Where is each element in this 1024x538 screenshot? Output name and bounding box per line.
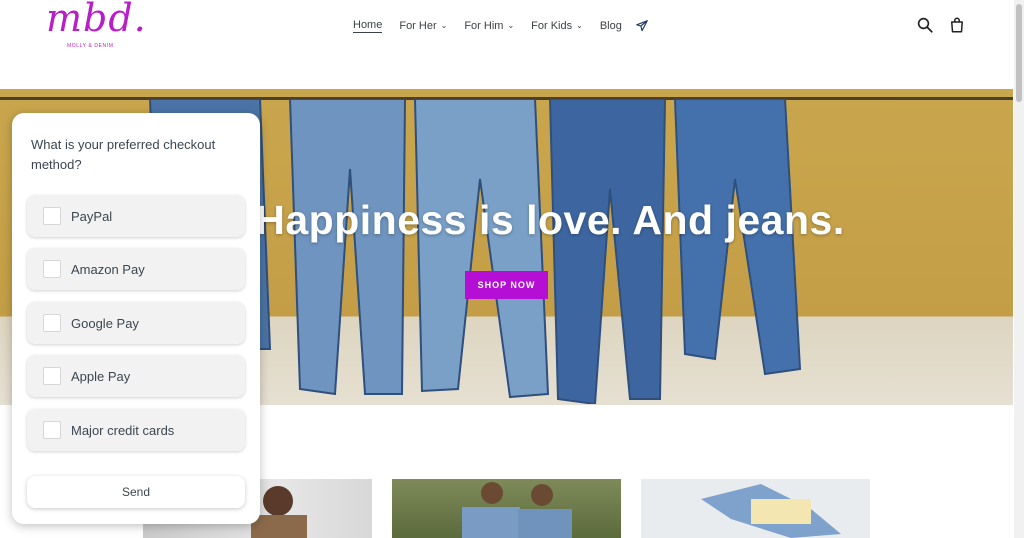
survey-question: What is your preferred checkout method?	[31, 137, 216, 172]
send-button[interactable]: Send	[27, 476, 245, 508]
logo-subtitle: MOLLY & DENIM	[67, 43, 114, 49]
product-thumbnail[interactable]	[641, 479, 870, 538]
nav-item-for-her[interactable]: For Her ⌄	[399, 20, 447, 32]
checkbox[interactable]	[43, 207, 61, 225]
survey-option-apple-pay[interactable]: Apple Pay	[27, 355, 245, 397]
survey-option-google-pay[interactable]: Google Pay	[27, 302, 245, 344]
checkbox[interactable]	[43, 367, 61, 385]
survey-widget: What is your preferred checkout method? …	[12, 113, 260, 524]
logo-mark: mbd.	[46, 0, 147, 40]
chevron-down-icon: ⌄	[440, 20, 448, 30]
product-image	[462, 482, 572, 538]
search-icon[interactable]	[916, 16, 934, 34]
logo[interactable]: mbd. MOLLY & DENIM	[46, 0, 146, 52]
nav-item-for-kids[interactable]: For Kids ⌄	[531, 20, 583, 32]
cart-icon[interactable]	[948, 16, 966, 34]
scrollbar-thumb[interactable]	[1016, 4, 1022, 102]
jeans-image	[148, 99, 802, 404]
survey-option-amazon-pay[interactable]: Amazon Pay	[27, 248, 245, 290]
shop-now-button[interactable]: SHOP NOW	[465, 271, 548, 299]
chevron-down-icon: ⌄	[576, 20, 583, 30]
product-image	[701, 484, 841, 538]
main-nav: Home For Her ⌄ For Him ⌄ For Kids ⌄ Blog	[353, 19, 649, 33]
survey-option-credit-cards[interactable]: Major credit cards	[27, 409, 245, 451]
nav-item-home[interactable]: Home	[353, 19, 383, 33]
survey-option-paypal[interactable]: PayPal	[27, 195, 245, 237]
airplane-icon[interactable]	[635, 19, 649, 33]
checkbox[interactable]	[43, 421, 61, 439]
chevron-down-icon: ⌄	[507, 20, 515, 30]
header-icons	[902, 16, 966, 34]
nav-item-for-him[interactable]: For Him ⌄	[464, 20, 514, 32]
checkbox[interactable]	[43, 260, 61, 278]
product-thumbnail[interactable]	[392, 479, 621, 538]
scrollbar[interactable]	[1014, 0, 1024, 538]
checkbox[interactable]	[43, 314, 61, 332]
hero-title: Happiness is love. And jeans.	[255, 197, 845, 243]
nav-item-blog[interactable]: Blog	[600, 20, 622, 32]
